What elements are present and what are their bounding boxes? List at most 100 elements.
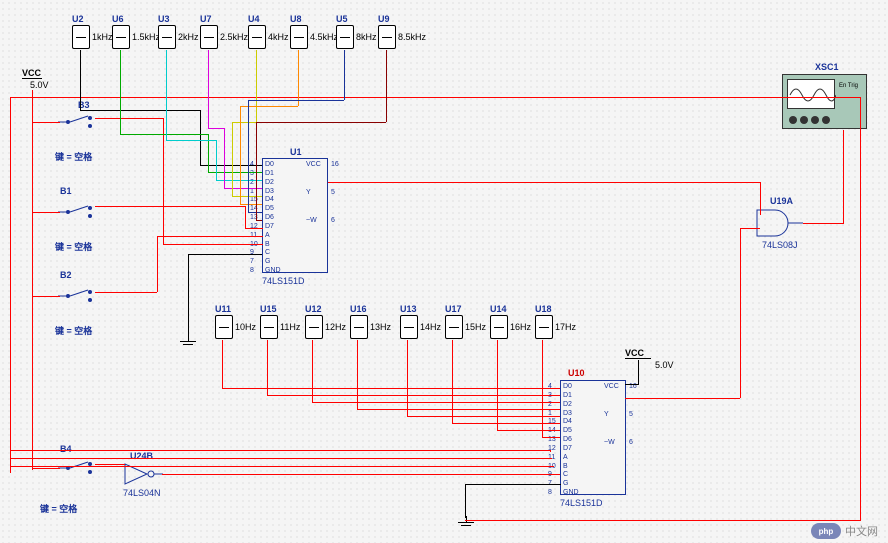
wire [10, 450, 550, 451]
watermark-text: 中文网 [845, 523, 878, 539]
scope-ref: XSC1 [815, 62, 839, 72]
wire [32, 90, 33, 470]
b4-ref: B4 [60, 444, 72, 454]
wire [740, 228, 760, 229]
wire [216, 140, 217, 180]
gnd-icon [456, 516, 476, 528]
clock-source [305, 315, 323, 339]
wire [625, 398, 740, 399]
watermark: php 中文网 [811, 523, 878, 539]
wire [162, 474, 560, 475]
clock-source [112, 25, 130, 49]
scope-screen [787, 79, 835, 109]
wire [32, 212, 60, 213]
wire [80, 50, 81, 110]
wire [452, 340, 453, 423]
wire [163, 118, 164, 244]
b4-hint: 键 = 空格 [40, 502, 77, 515]
wire [298, 50, 299, 106]
clock-source [445, 315, 463, 339]
src-ref: U4 [248, 14, 260, 24]
pin-label: VCC [604, 383, 619, 390]
pin-label: B [563, 463, 568, 470]
wire [386, 50, 387, 122]
vcc1-label: VCC [22, 68, 41, 78]
switch-b1[interactable] [58, 204, 98, 219]
src-ref: U15 [260, 304, 277, 314]
wire [10, 97, 860, 98]
wire [32, 296, 60, 297]
b1-ref: B1 [60, 186, 72, 196]
wire [542, 340, 543, 437]
clock-source [260, 315, 278, 339]
wire [357, 340, 358, 409]
vcc2-label: VCC [625, 348, 644, 358]
pin-label: D1 [265, 170, 274, 177]
src-ref: U5 [336, 14, 348, 24]
switch-b3[interactable] [58, 114, 98, 129]
wire [328, 182, 760, 183]
src-ref: U14 [490, 304, 507, 314]
switch-b4[interactable] [58, 460, 98, 475]
wire [120, 50, 121, 134]
pin-label: D6 [563, 436, 572, 443]
wire [312, 340, 313, 402]
clock-source [200, 25, 218, 49]
wire [222, 388, 560, 389]
wire [638, 360, 639, 384]
and-gate [755, 208, 805, 240]
vcc2-value: 5.0V [655, 360, 674, 370]
src-ref: U6 [112, 14, 124, 24]
src-freq: 12Hz [325, 322, 346, 332]
src-ref: U8 [290, 14, 302, 24]
u24b-part: 74LS04N [123, 488, 161, 498]
pin-label: A [265, 232, 270, 239]
clock-source [158, 25, 176, 49]
pin-num: 6 [331, 217, 335, 224]
clock-source [400, 315, 418, 339]
wire [120, 134, 208, 135]
src-freq: 2kHz [178, 32, 199, 42]
php-logo-icon: php [811, 523, 841, 539]
src-freq: 1kHz [92, 32, 113, 42]
pin-num: 15 [548, 418, 556, 425]
wire [860, 97, 861, 520]
wire [166, 50, 167, 140]
wire [542, 437, 560, 438]
wire [188, 254, 189, 336]
src-freq: 8kHz [356, 32, 377, 42]
vcc2-bar [625, 358, 651, 359]
src-freq: 13Hz [370, 322, 391, 332]
wire [208, 50, 209, 128]
pin-label: D5 [265, 205, 274, 212]
wire [256, 122, 257, 220]
wire [256, 220, 262, 221]
wire [157, 236, 263, 237]
oscilloscope[interactable]: En Trig [782, 74, 867, 129]
src-freq: 4kHz [268, 32, 289, 42]
switch-b2[interactable] [58, 288, 98, 303]
b2-ref: B2 [60, 270, 72, 280]
src-ref: U18 [535, 304, 552, 314]
b1-hint: 键 = 空格 [55, 240, 92, 253]
u10-part: 74LS151D [560, 498, 603, 508]
wire [465, 484, 561, 485]
clock-source [535, 315, 553, 339]
src-freq: 15Hz [465, 322, 486, 332]
pin-label: D3 [265, 188, 274, 195]
wire [232, 122, 256, 123]
pin-label: D4 [265, 196, 274, 203]
wire [245, 206, 246, 228]
pin-label: GND [265, 267, 281, 274]
u19a-ref: U19A [770, 196, 793, 206]
src-ref: U2 [72, 14, 84, 24]
pin-label: D7 [563, 445, 572, 452]
wire [200, 110, 201, 165]
pin-label: C [563, 471, 568, 478]
wire [803, 223, 843, 224]
src-freq: 10Hz [235, 322, 256, 332]
wire [32, 468, 60, 469]
clock-source [248, 25, 266, 49]
wire [497, 340, 498, 430]
wire [240, 204, 262, 205]
